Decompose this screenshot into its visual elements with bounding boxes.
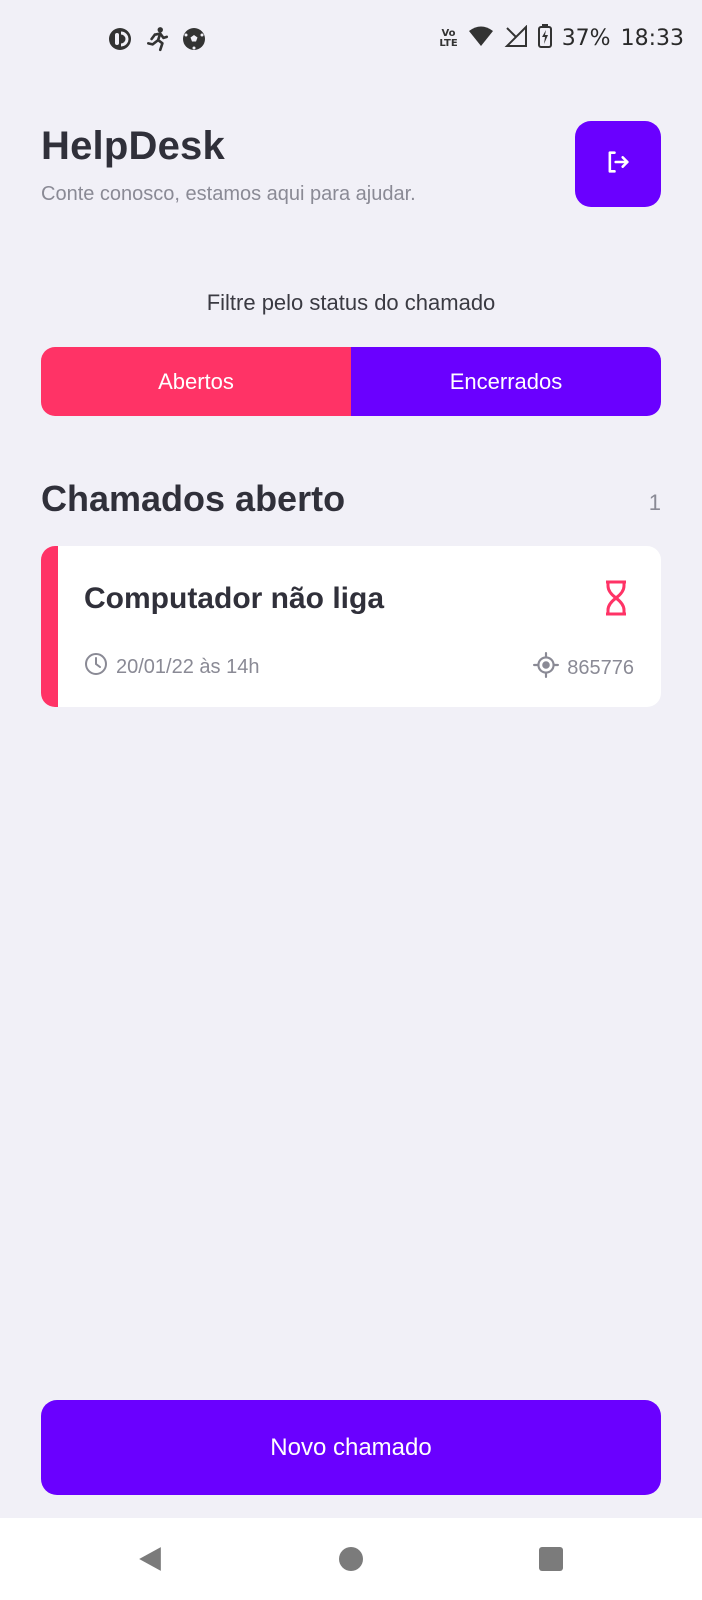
filter-label: Filtre pelo status do chamado xyxy=(206,290,496,315)
running-person-icon xyxy=(144,26,170,57)
ticket-patrimony: 865776 xyxy=(533,652,634,684)
header: HelpDesk Conte conosco, estamos aqui par… xyxy=(41,121,661,214)
ticket-status-bar xyxy=(41,546,58,707)
status-bar: Vo LTE 37% 18:33 xyxy=(0,0,702,78)
ticket-title: Computador não liga xyxy=(84,582,384,615)
system-indicators: Vo LTE 37% 18:33 xyxy=(439,24,684,53)
page-subtitle: Conte conosco, estamos aqui para ajudar. xyxy=(41,183,416,205)
page-title: HelpDesk xyxy=(41,124,225,168)
ticket-date-text: 20/01/22 às 14h xyxy=(116,655,260,678)
logout-icon xyxy=(604,148,632,181)
volte-indicator: Vo LTE xyxy=(439,27,458,49)
ticket-card[interactable]: Computador não liga 20/01/22 às 14h 8657… xyxy=(41,546,661,707)
target-icon xyxy=(533,652,560,684)
soccer-ball-icon xyxy=(182,27,206,56)
recents-icon[interactable] xyxy=(539,1547,563,1571)
logout-button[interactable] xyxy=(575,121,661,207)
home-icon[interactable] xyxy=(339,1547,363,1571)
clock: 18:33 xyxy=(620,26,684,51)
filter-open-button[interactable]: Abertos xyxy=(41,347,351,416)
hourglass-icon xyxy=(603,580,629,621)
ticket-count: 1 xyxy=(648,490,661,515)
system-nav-bar xyxy=(0,1518,702,1600)
back-icon[interactable] xyxy=(137,1546,163,1577)
section-title: Chamados aberto xyxy=(41,478,346,519)
battery-icon xyxy=(537,24,552,53)
filter-closed-button[interactable]: Encerrados xyxy=(351,347,661,416)
ticket-patrimony-text: 865776 xyxy=(567,656,634,679)
opera-icon xyxy=(108,27,132,56)
battery-percent: 37% xyxy=(561,26,611,51)
wifi-icon xyxy=(468,25,494,52)
status-filter: Abertos Encerrados xyxy=(41,347,661,416)
new-ticket-button[interactable]: Novo chamado xyxy=(41,1400,661,1495)
cellular-signal-icon xyxy=(504,24,528,52)
ticket-date: 20/01/22 às 14h xyxy=(84,652,259,682)
notification-icons xyxy=(108,26,206,57)
clock-icon xyxy=(84,652,108,682)
